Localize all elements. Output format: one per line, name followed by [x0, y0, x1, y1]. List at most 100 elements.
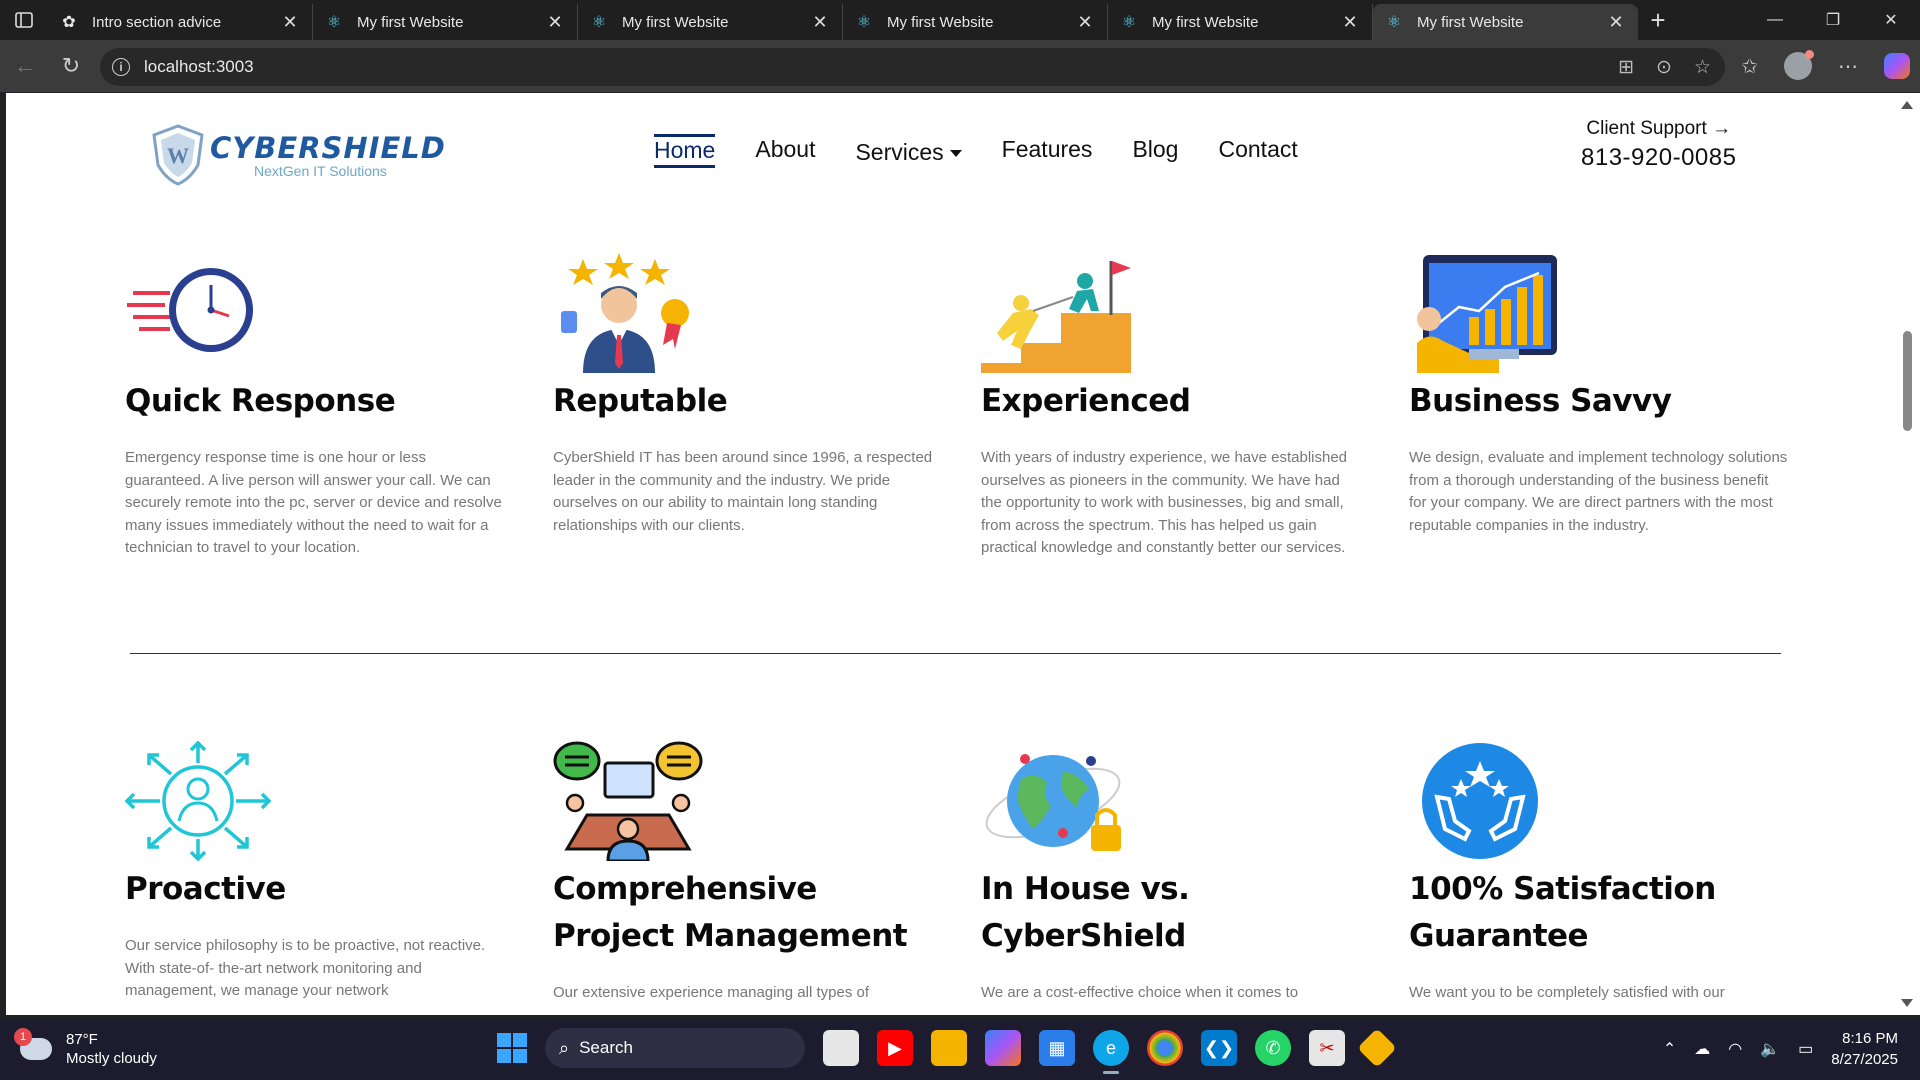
weather-condition: Mostly cloudy [66, 1050, 157, 1067]
proactive-person-icon [124, 740, 272, 862]
feature-title: 100% Satisfaction Guarantee [1409, 871, 1716, 954]
browser-tab[interactable]: ⚛ My first Website ✕ [578, 4, 843, 40]
tab-actions-icon[interactable] [0, 0, 48, 40]
more-tools-icon[interactable]: ⊙ [1656, 56, 1672, 79]
cloud-icon: 1 [14, 1028, 52, 1060]
feature-title: Reputable [553, 383, 728, 419]
hands-stars-icon [1422, 743, 1538, 859]
feature-text: Our extensive experience managing all ty… [553, 984, 870, 1001]
chrome-icon[interactable] [1147, 1030, 1183, 1066]
task-view-icon[interactable] [823, 1030, 859, 1066]
close-tab-icon[interactable]: ✕ [810, 12, 830, 33]
section-divider [130, 653, 1781, 654]
close-tab-icon[interactable]: ✕ [1075, 12, 1095, 33]
browser-tab-active[interactable]: ⚛ My first Website ✕ [1373, 4, 1638, 40]
close-tab-icon[interactable]: ✕ [1340, 12, 1360, 33]
scroll-down-icon[interactable] [1901, 999, 1913, 1007]
feature-business-savvy: Business Savvy We design, evaluate and i… [1409, 253, 1789, 537]
copilot-app-icon[interactable] [985, 1030, 1021, 1066]
tab-title: Intro section advice [92, 13, 222, 31]
battery-icon[interactable]: ▭ [1798, 1039, 1813, 1059]
search-icon: ⌕ [559, 1037, 570, 1058]
feature-title: Experienced [981, 383, 1191, 419]
taskbar-search[interactable]: ⌕ Search [545, 1028, 805, 1068]
react-icon: ⚛ [591, 14, 607, 31]
nav-features[interactable]: Features [1002, 136, 1093, 165]
scroll-up-icon[interactable] [1901, 101, 1913, 109]
store-icon[interactable]: ▦ [1039, 1030, 1075, 1066]
windows-taskbar: 1 87°F Mostly cloudy ⌕ Search ▶ ▦ e ❮❯ ✆… [0, 1020, 1920, 1080]
close-tab-icon[interactable]: ✕ [545, 12, 565, 33]
copilot-icon[interactable] [1884, 53, 1910, 79]
chevron-up-icon[interactable]: ⌃ [1663, 1039, 1676, 1059]
browser-tab[interactable]: ⚛ My first Website ✕ [843, 4, 1108, 40]
scroll-thumb[interactable] [1903, 331, 1912, 431]
feature-text: Our service philosophy is to be proactiv… [125, 937, 486, 999]
wifi-icon[interactable]: ◠ [1728, 1039, 1742, 1059]
refresh-icon[interactable]: ↻ [48, 43, 94, 89]
feature-text: We are a cost-effective choice when it c… [981, 984, 1299, 1001]
feature-reputable: Reputable CyberShield IT has been around… [553, 253, 933, 537]
feature-text: CyberShield IT has been around since 199… [553, 449, 933, 534]
profile-avatar[interactable] [1784, 50, 1814, 80]
nav-about[interactable]: About [755, 136, 815, 165]
weather-temp: 87°F [66, 1031, 98, 1048]
tab-title: My first Website [1417, 13, 1524, 31]
clock[interactable]: 8:16 PM 8/27/2025 [1831, 1028, 1898, 1070]
close-window-icon[interactable]: ✕ [1862, 0, 1920, 40]
nav-services[interactable]: Services [855, 139, 962, 168]
feature-title: Comprehensive Project Management [553, 871, 908, 954]
react-icon: ⚛ [856, 14, 872, 31]
nav-blog[interactable]: Blog [1132, 136, 1178, 165]
feature-in-house: In House vs. CyberShield We are a cost-e… [981, 741, 1361, 1005]
meeting-table-icon [553, 741, 703, 863]
close-tab-icon[interactable]: ✕ [1606, 12, 1626, 33]
snipping-tool-icon[interactable]: ✂ [1309, 1030, 1345, 1066]
app-available-icon[interactable]: ⊞ [1618, 56, 1634, 79]
site-logo[interactable]: W CYBERSHIELD NextGen IT Solutions [150, 123, 446, 187]
page-scrollbar[interactable] [1895, 93, 1920, 1015]
window-controls: — ❐ ✕ [1746, 0, 1920, 40]
restore-icon[interactable]: ❐ [1804, 0, 1862, 40]
feature-title: In House vs. CyberShield [981, 871, 1190, 954]
feature-project-management: Comprehensive Project Management Our ext… [553, 741, 933, 1005]
volume-icon[interactable]: 🔈 [1760, 1039, 1780, 1059]
client-support-link[interactable]: Client Support → [1581, 118, 1736, 140]
git-icon[interactable] [1357, 1028, 1397, 1068]
onedrive-icon[interactable]: ☁ [1694, 1039, 1710, 1059]
edge-icon[interactable]: e [1093, 1030, 1129, 1074]
vscode-icon[interactable]: ❮❯ [1201, 1030, 1237, 1066]
nav-services-label: Services [855, 139, 944, 165]
search-label: Search [579, 1038, 633, 1057]
nav-home[interactable]: Home [654, 133, 716, 168]
browser-tab[interactable]: ⚛ My first Website ✕ [1108, 4, 1373, 40]
chatgpt-icon: ✿ [62, 14, 76, 31]
tab-title: My first Website [887, 13, 994, 31]
tab-title: My first Website [357, 13, 464, 31]
feature-satisfaction: 100% Satisfaction Guarantee We want you … [1409, 741, 1789, 1005]
new-tab-icon[interactable]: + [1638, 0, 1678, 40]
browser-toolbar: ← ↻ i localhost:3003 ⊞ ⊙ ☆ ✩ ⋯ [0, 40, 1920, 92]
feature-title: Proactive [125, 871, 286, 907]
youtube-icon[interactable]: ▶ [877, 1030, 913, 1066]
favorite-star-icon[interactable]: ☆ [1694, 56, 1711, 79]
weather-widget[interactable]: 1 87°F Mostly cloudy [14, 1028, 157, 1068]
file-explorer-icon[interactable] [931, 1030, 967, 1066]
minimize-icon[interactable]: — [1746, 0, 1804, 40]
close-tab-icon[interactable]: ✕ [280, 12, 300, 33]
settings-more-icon[interactable]: ⋯ [1838, 54, 1858, 79]
back-icon[interactable]: ← [2, 43, 48, 89]
nav-contact[interactable]: Contact [1218, 136, 1297, 165]
support-phone[interactable]: 813-920-0085 [1581, 144, 1736, 172]
browser-tab[interactable]: ⚛ My first Website ✕ [313, 4, 578, 40]
whatsapp-icon[interactable]: ✆ [1255, 1030, 1291, 1066]
browser-tab[interactable]: ✿ Intro section advice ✕ [48, 4, 313, 40]
favorites-icon[interactable]: ✩ [1741, 54, 1758, 79]
react-icon: ⚛ [1386, 14, 1402, 31]
address-bar[interactable]: i localhost:3003 ⊞ ⊙ ☆ [100, 48, 1725, 86]
start-icon[interactable] [497, 1033, 527, 1063]
globe-lock-icon [985, 754, 1121, 851]
clock-time: 8:16 PM [1842, 1030, 1898, 1047]
shield-logo-icon: W [152, 124, 204, 186]
site-info-icon[interactable]: i [112, 58, 130, 76]
